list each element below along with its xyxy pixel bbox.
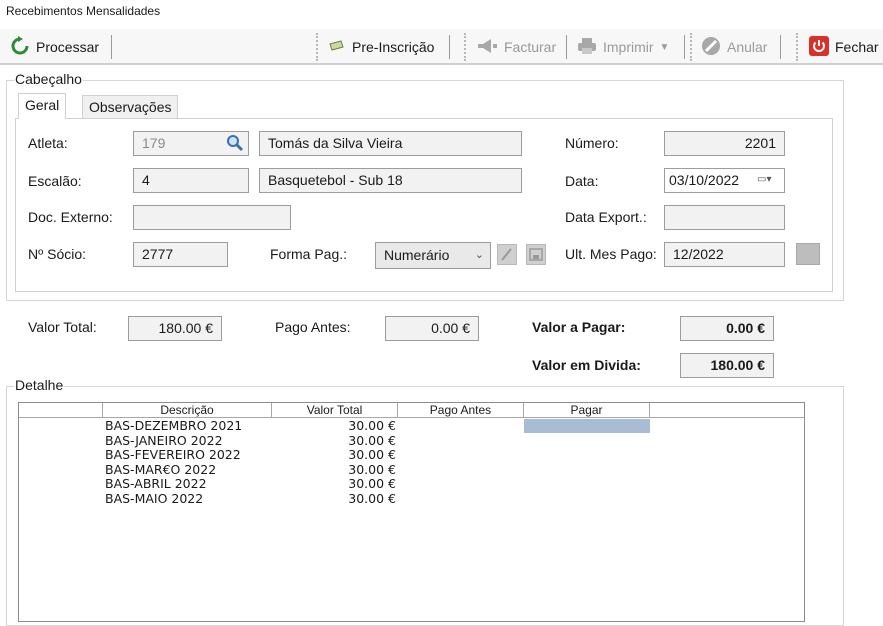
toolbar-grip bbox=[464, 33, 466, 61]
data-value: 03/10/2022 bbox=[669, 172, 740, 188]
doc-externo-field[interactable] bbox=[133, 205, 291, 230]
cabecalho-label: Cabeçalho bbox=[14, 71, 83, 87]
cell-valor-total: 30.00 € bbox=[348, 432, 396, 448]
grid-header-descricao[interactable]: Descrição bbox=[103, 403, 272, 418]
data-export-label: Data Export.: bbox=[565, 209, 647, 225]
data-export-field[interactable] bbox=[664, 205, 785, 230]
pre-inscricao-label: Pre-Inscrição bbox=[352, 39, 435, 55]
grid-header-pagar[interactable]: Pagar bbox=[524, 403, 650, 418]
megaphone-icon bbox=[476, 37, 498, 58]
toolbar-separator bbox=[684, 35, 685, 59]
toolbar-separator bbox=[780, 35, 781, 59]
money-icon bbox=[328, 39, 346, 56]
chevron-down-icon: ⌄ bbox=[474, 249, 484, 261]
cell-descricao: BAS-JANEIRO 2022 bbox=[105, 432, 223, 448]
save-icon[interactable] bbox=[526, 244, 546, 265]
detalhe-grid[interactable]: Descrição Valor Total Pago Antes Pagar B… bbox=[18, 402, 805, 622]
cell-descricao: BAS-ABRIL 2022 bbox=[105, 476, 207, 491]
pre-inscricao-button[interactable]: Pre-Inscrição bbox=[328, 29, 434, 65]
socio-field[interactable]: 2777 bbox=[133, 242, 228, 267]
toolbar-grip bbox=[796, 33, 798, 61]
numero-field[interactable]: 2201 bbox=[664, 131, 785, 156]
forma-pag-select[interactable]: Numerário ⌄ bbox=[375, 242, 491, 269]
numero-label: Número: bbox=[565, 135, 619, 151]
cell-valor-total: 30.00 € bbox=[348, 461, 396, 477]
escalao-label: Escalão: bbox=[28, 173, 82, 189]
atleta-nome-field[interactable]: Tomás da Silva Vieira bbox=[259, 131, 522, 156]
refresh-icon bbox=[10, 35, 30, 59]
cell-descricao: BAS-FEVEREIRO 2022 bbox=[105, 447, 241, 462]
pago-antes-label: Pago Antes: bbox=[275, 319, 351, 335]
toolbar-separator bbox=[449, 35, 450, 59]
cancel-icon bbox=[701, 36, 721, 59]
doc-externo-label: Doc. Externo: bbox=[28, 209, 113, 225]
grid-header-valor-total[interactable]: Valor Total bbox=[272, 403, 398, 418]
calendar-dropdown-icon[interactable]: ▭▾ bbox=[757, 174, 771, 185]
grid-header-filler bbox=[650, 403, 804, 418]
valor-total-label: Valor Total: bbox=[28, 319, 97, 335]
cell-descricao: BAS-MAR€O 2022 bbox=[105, 461, 217, 477]
valor-pagar-field: 0.00 € bbox=[680, 316, 774, 341]
facturar-button[interactable]: Facturar bbox=[476, 29, 556, 65]
processar-button[interactable]: Processar bbox=[10, 29, 99, 65]
escalao-id-field[interactable]: 4 bbox=[133, 168, 249, 193]
grid-header-indicator bbox=[19, 403, 103, 418]
toolbar-grip bbox=[690, 33, 692, 61]
detalhe-label: Detalhe bbox=[14, 377, 65, 393]
socio-label: Nº Sócio: bbox=[28, 246, 87, 262]
cell-descricao: BAS-MAIO 2022 bbox=[105, 490, 204, 506]
toolbar-separator bbox=[566, 35, 567, 59]
imprimir-button[interactable]: Imprimir ▼ bbox=[577, 29, 669, 65]
printer-icon bbox=[577, 37, 597, 58]
toolbar: Processar Pre-Inscrição Facturar Imprimi… bbox=[0, 29, 883, 65]
forma-pag-label: Forma Pag.: bbox=[270, 246, 348, 262]
ult-mes-field[interactable]: 12/2022 bbox=[664, 242, 785, 267]
forma-pag-value: Numerário bbox=[384, 247, 450, 263]
facturar-label: Facturar bbox=[504, 39, 557, 55]
imprimir-label: Imprimir bbox=[603, 39, 654, 55]
cell-valor-total: 30.00 € bbox=[348, 476, 396, 491]
valor-pagar-label: Valor a Pagar: bbox=[532, 319, 626, 335]
tab-geral[interactable]: Geral bbox=[18, 93, 67, 119]
processar-label: Processar bbox=[36, 39, 100, 55]
valor-total-field: 180.00 € bbox=[128, 316, 222, 341]
power-icon bbox=[809, 35, 829, 59]
fechar-button[interactable]: Fechar bbox=[809, 29, 879, 65]
pago-antes-field: 0.00 € bbox=[385, 316, 479, 341]
anular-label: Anular bbox=[727, 39, 768, 55]
search-icon[interactable] bbox=[225, 133, 245, 153]
window-title: Recebimentos Mensalidades bbox=[6, 4, 161, 18]
toolbar-separator bbox=[111, 35, 112, 59]
selected-cell[interactable] bbox=[524, 419, 650, 433]
edit-icon[interactable] bbox=[497, 244, 517, 265]
ult-mes-label: Ult. Mes Pago: bbox=[565, 246, 657, 262]
fechar-label: Fechar bbox=[835, 39, 879, 55]
cell-valor-total: 30.00 € bbox=[348, 490, 396, 506]
valor-divida-field: 180.00 € bbox=[680, 353, 774, 378]
anular-button[interactable]: Anular bbox=[701, 29, 767, 65]
cell-valor-total: 30.00 € bbox=[348, 418, 396, 433]
cell-descricao: BAS-DEZEMBRO 2021 bbox=[105, 418, 243, 433]
dropdown-arrow-icon: ▼ bbox=[659, 41, 670, 53]
atleta-label: Atleta: bbox=[28, 135, 68, 151]
valor-divida-label: Valor em Divida: bbox=[532, 357, 641, 373]
data-label: Data: bbox=[565, 173, 599, 189]
ult-mes-button[interactable] bbox=[796, 243, 820, 265]
toolbar-grip bbox=[316, 33, 318, 61]
grid-header-pago-antes[interactable]: Pago Antes bbox=[398, 403, 524, 418]
escalao-nome-field[interactable]: Basquetebol - Sub 18 bbox=[259, 168, 522, 193]
cell-valor-total: 30.00 € bbox=[348, 447, 396, 462]
tab-observacoes[interactable]: Observações bbox=[82, 95, 179, 119]
